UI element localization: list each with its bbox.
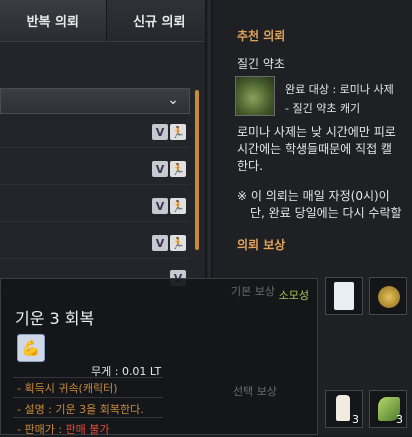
list-item[interactable]: V 🏃 (0, 192, 190, 222)
chevron-down-icon[interactable]: ⌄ (167, 92, 179, 108)
run-icon[interactable]: 🏃 (170, 235, 186, 251)
tooltip-title: 기운 3 회복 (15, 309, 95, 328)
verified-icon: V (152, 124, 168, 140)
reward-count: 3 (396, 413, 403, 426)
ghost-label-basic-reward: 기본 보상 (231, 285, 275, 298)
quest-description-line: 로미나 사제는 낮 시간에만 피로 (237, 125, 396, 139)
quest-objective: - 질긴 약초 캐기 (285, 102, 361, 115)
list-item[interactable]: V 🏃 (0, 155, 190, 185)
quest-title: 질긴 약초 (237, 57, 285, 71)
reward-heading: 의뢰 보상 (237, 238, 286, 252)
reward-slot-milk[interactable]: 3 (325, 390, 363, 428)
verified-icon: V (152, 161, 168, 177)
herb-item-icon[interactable] (235, 76, 275, 116)
verified-icon: V (152, 235, 168, 251)
item-tooltip: 소모성 기본 보상 선택 보상 기운 3 회복 💪 무게 : 0.01 LT -… (0, 278, 318, 436)
sell-price-label: - 판매가 : (17, 423, 66, 436)
quest-description-line: 시간에는 학생들때문에 직접 캘 (237, 142, 392, 156)
run-icon[interactable]: 🏃 (170, 124, 186, 140)
muscle-icon: 💪 (17, 334, 45, 362)
quest-description-line: 한다. (237, 159, 263, 173)
item-category: 소모성 (278, 289, 309, 302)
bind-info: - 획득시 귀속(캐릭터) (17, 382, 118, 395)
reward-count: 3 (352, 413, 359, 426)
list-item[interactable]: V 🏃 (0, 229, 190, 259)
milk-bottle-icon (336, 395, 350, 421)
reward-slot-scroll[interactable] (325, 277, 363, 315)
tooltip-separator (13, 377, 163, 378)
list-item[interactable]: V 🏃 (0, 118, 190, 148)
medal-icon (378, 286, 400, 308)
item-description: - 설명 : 기운 3을 회복한다. (17, 403, 144, 416)
quest-filter-dropdown[interactable]: ⌄ (0, 88, 190, 114)
reward-slot-herb[interactable]: 3 (369, 390, 407, 428)
verified-icon: V (152, 198, 168, 214)
completion-target: 완료 대상 : 로미나 사제 (285, 83, 394, 96)
sell-price-value: 판매 불가 (65, 423, 110, 436)
quest-tabs: 반복 의뢰 신규 의뢰 (0, 0, 212, 42)
reward-slot-medal[interactable] (369, 277, 407, 315)
list-scrollbar[interactable] (195, 90, 199, 250)
tooltip-separator (13, 397, 163, 398)
quest-note-line: ※ 이 의뢰는 매일 자정(0시)이 (237, 189, 390, 203)
ghost-label-selectable-reward: 선택 보상 (233, 385, 277, 398)
run-icon[interactable]: 🏃 (170, 198, 186, 214)
tab-new-quests[interactable]: 신규 의뢰 (105, 0, 212, 42)
tooltip-separator (13, 417, 163, 418)
recommended-quest-heading: 추천 의뢰 (237, 29, 286, 43)
quest-note-line: 단, 완료 당일에는 다시 수락할 (250, 206, 402, 220)
scroll-icon (334, 282, 354, 310)
run-icon[interactable]: 🏃 (170, 161, 186, 177)
tab-repeat-quests[interactable]: 반복 의뢰 (0, 0, 106, 42)
